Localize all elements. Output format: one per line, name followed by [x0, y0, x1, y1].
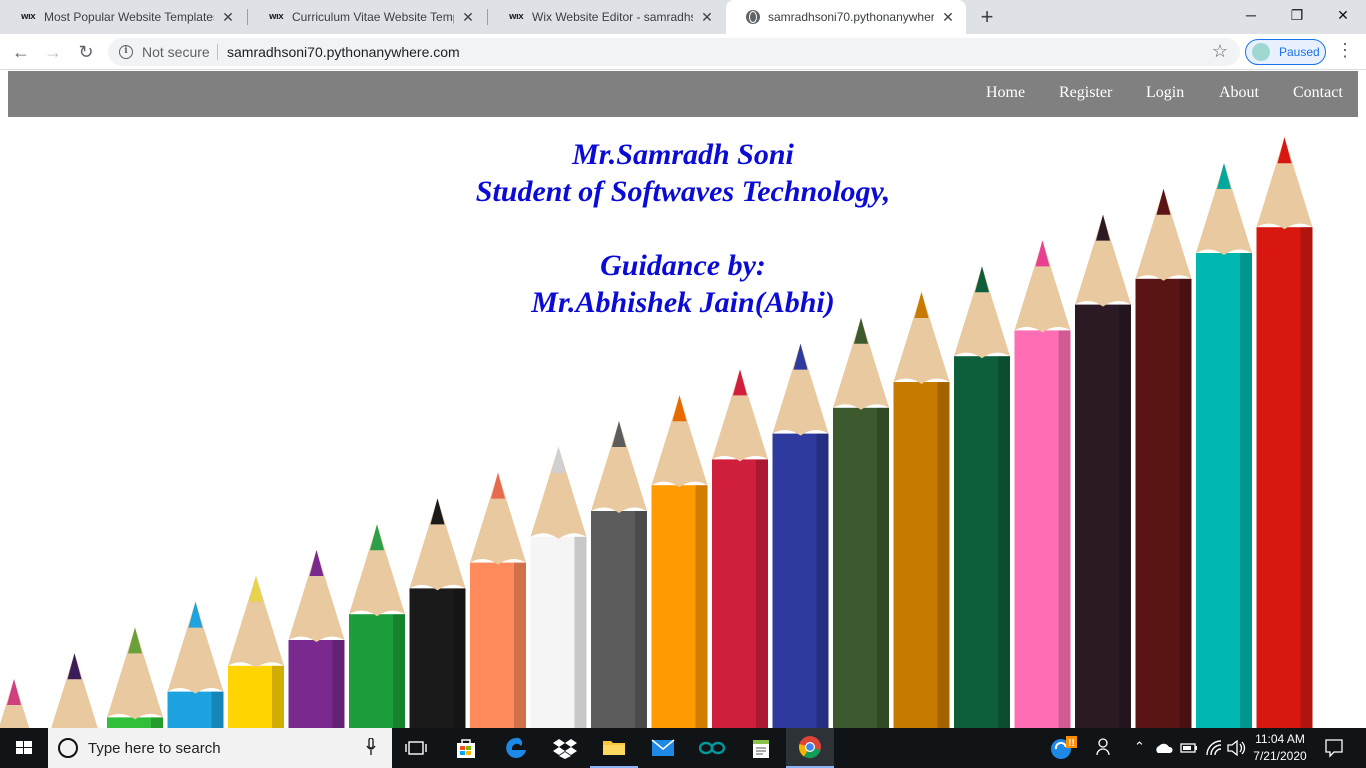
tab-title: Wix Website Editor - samradhsoni — [532, 10, 693, 24]
pencil-graphic — [0, 679, 30, 728]
battery-icon[interactable] — [1180, 740, 1200, 759]
edge-browser-icon[interactable] — [492, 728, 540, 768]
guidance-label: Guidance by: — [600, 249, 766, 282]
profile-button[interactable]: Paused — [1245, 39, 1326, 65]
nav-link-contact[interactable]: Contact — [1293, 84, 1343, 102]
profile-status: Paused — [1279, 45, 1320, 59]
tab-title: Curriculum Vitae Website Templa — [292, 10, 454, 24]
reload-icon[interactable]: ↻ — [74, 40, 98, 64]
info-icon[interactable]: i — [119, 45, 133, 59]
nav-link-register[interactable]: Register — [1059, 84, 1112, 102]
new-tab-button[interactable]: + — [976, 4, 998, 30]
cortana-icon[interactable] — [58, 738, 78, 758]
windows-logo-icon — [16, 741, 32, 754]
close-icon[interactable]: ✕ — [699, 9, 715, 26]
nav-link-home[interactable]: Home — [986, 84, 1025, 102]
wix-icon: WIX — [268, 13, 284, 21]
update-alert-icon[interactable]: !! — [1050, 736, 1078, 763]
svg-text:!!: !! — [1068, 738, 1075, 749]
volume-icon[interactable] — [1227, 739, 1247, 759]
web-page: Home Register Login About Contact Mr.Sam… — [0, 71, 1366, 728]
restore-button[interactable]: ❐ — [1274, 0, 1320, 30]
start-button[interactable] — [0, 728, 48, 768]
browser-tab-2[interactable]: WIX Curriculum Vitae Website Templa ✕ — [248, 0, 486, 34]
taskbar-search-box[interactable]: Type here to search — [48, 728, 392, 768]
back-arrow-icon[interactable]: ← — [9, 40, 33, 64]
browser-tab-3[interactable]: WIX Wix Website Editor - samradhsoni ✕ — [488, 0, 725, 34]
pencil-graphic — [1256, 137, 1313, 728]
author-role: Student of Softwaves Technology, — [475, 175, 891, 208]
store-icon[interactable] — [442, 728, 490, 768]
file-explorer-icon[interactable] — [590, 728, 638, 768]
pencil-graphic — [1196, 163, 1252, 728]
kebab-menu-icon[interactable]: ⋮ — [1336, 40, 1354, 61]
system-clock[interactable]: 11:04 AM 7/21/2020 — [1248, 731, 1312, 765]
nav-link-login[interactable]: Login — [1146, 84, 1184, 102]
chevron-up-icon[interactable]: ⌃ — [1134, 739, 1145, 755]
minimize-button[interactable]: ─ — [1228, 0, 1274, 30]
pencil-graphic — [349, 524, 405, 728]
wifi-icon[interactable] — [1206, 740, 1224, 759]
pencil-graphic — [893, 292, 950, 728]
microphone-icon[interactable] — [366, 738, 376, 756]
browser-tab-strip: WIX Most Popular Website Templates ✕ WIX… — [0, 0, 1366, 34]
close-icon[interactable]: ✕ — [220, 9, 236, 26]
pencil-graphic — [833, 317, 889, 728]
security-label[interactable]: Not secure — [142, 44, 210, 60]
pencil-graphic — [409, 498, 466, 728]
arduino-icon[interactable] — [688, 728, 736, 768]
nav-link-about[interactable]: About — [1219, 84, 1259, 102]
omnibox-divider — [217, 44, 218, 60]
windows-taskbar: Type here to search !! ⌃ 11:04 AM 7/21/2… — [0, 728, 1366, 768]
pencil-graphic — [107, 627, 163, 728]
notifications-icon[interactable] — [1324, 738, 1344, 761]
address-bar[interactable]: i Not secure samradhsoni70.pythonanywher… — [108, 38, 1240, 66]
browser-toolbar: ← → ↻ i Not secure samradhsoni70.pythona… — [0, 34, 1366, 70]
pencil-graphic — [772, 343, 829, 728]
author-name: Mr.Samradh Soni — [572, 138, 794, 171]
pencil-graphic — [470, 472, 526, 728]
wix-icon: WIX — [508, 13, 524, 21]
pencil-graphic — [167, 601, 224, 728]
dropbox-icon[interactable] — [541, 728, 589, 768]
clock-time: 11:04 AM — [1255, 732, 1305, 746]
wix-icon: WIX — [20, 13, 36, 21]
pencil-graphic — [591, 421, 647, 728]
avatar — [1252, 43, 1270, 61]
chrome-icon[interactable] — [786, 728, 834, 768]
pencil-graphic — [288, 550, 345, 728]
globe-icon — [746, 10, 760, 24]
url-text[interactable]: samradhsoni70.pythonanywhere.com — [227, 44, 460, 60]
browser-tab-active[interactable]: samradhsoni70.pythonanywhere ✕ — [726, 0, 966, 34]
search-placeholder: Type here to search — [88, 740, 221, 757]
pencil-graphic — [228, 575, 284, 728]
task-view-icon[interactable] — [392, 728, 440, 768]
tab-title: samradhsoni70.pythonanywhere — [768, 10, 934, 24]
notepad-plus-icon[interactable] — [737, 728, 785, 768]
mentor-name: Mr.Abhishek Jain(Abhi) — [531, 286, 835, 319]
pencil-graphic — [530, 446, 587, 728]
close-icon[interactable]: ✕ — [940, 9, 956, 26]
people-icon[interactable] — [1096, 736, 1114, 761]
site-navbar: Home Register Login About Contact — [8, 71, 1358, 117]
window-close-button[interactable]: ✕ — [1320, 0, 1366, 30]
forward-arrow-icon[interactable]: → — [41, 40, 65, 64]
onedrive-icon[interactable] — [1154, 742, 1174, 757]
clock-date: 7/21/2020 — [1253, 749, 1307, 763]
bookmark-star-icon[interactable]: ☆ — [1212, 41, 1228, 62]
pencil-graphic — [51, 653, 98, 728]
pencil-graphic — [651, 395, 708, 728]
browser-tab-1[interactable]: WIX Most Popular Website Templates ✕ — [0, 0, 246, 34]
mail-icon[interactable] — [639, 728, 687, 768]
close-icon[interactable]: ✕ — [460, 9, 476, 26]
pencil-graphic — [712, 369, 768, 728]
pencil-graphic — [954, 266, 1010, 728]
tab-title: Most Popular Website Templates — [44, 10, 214, 24]
